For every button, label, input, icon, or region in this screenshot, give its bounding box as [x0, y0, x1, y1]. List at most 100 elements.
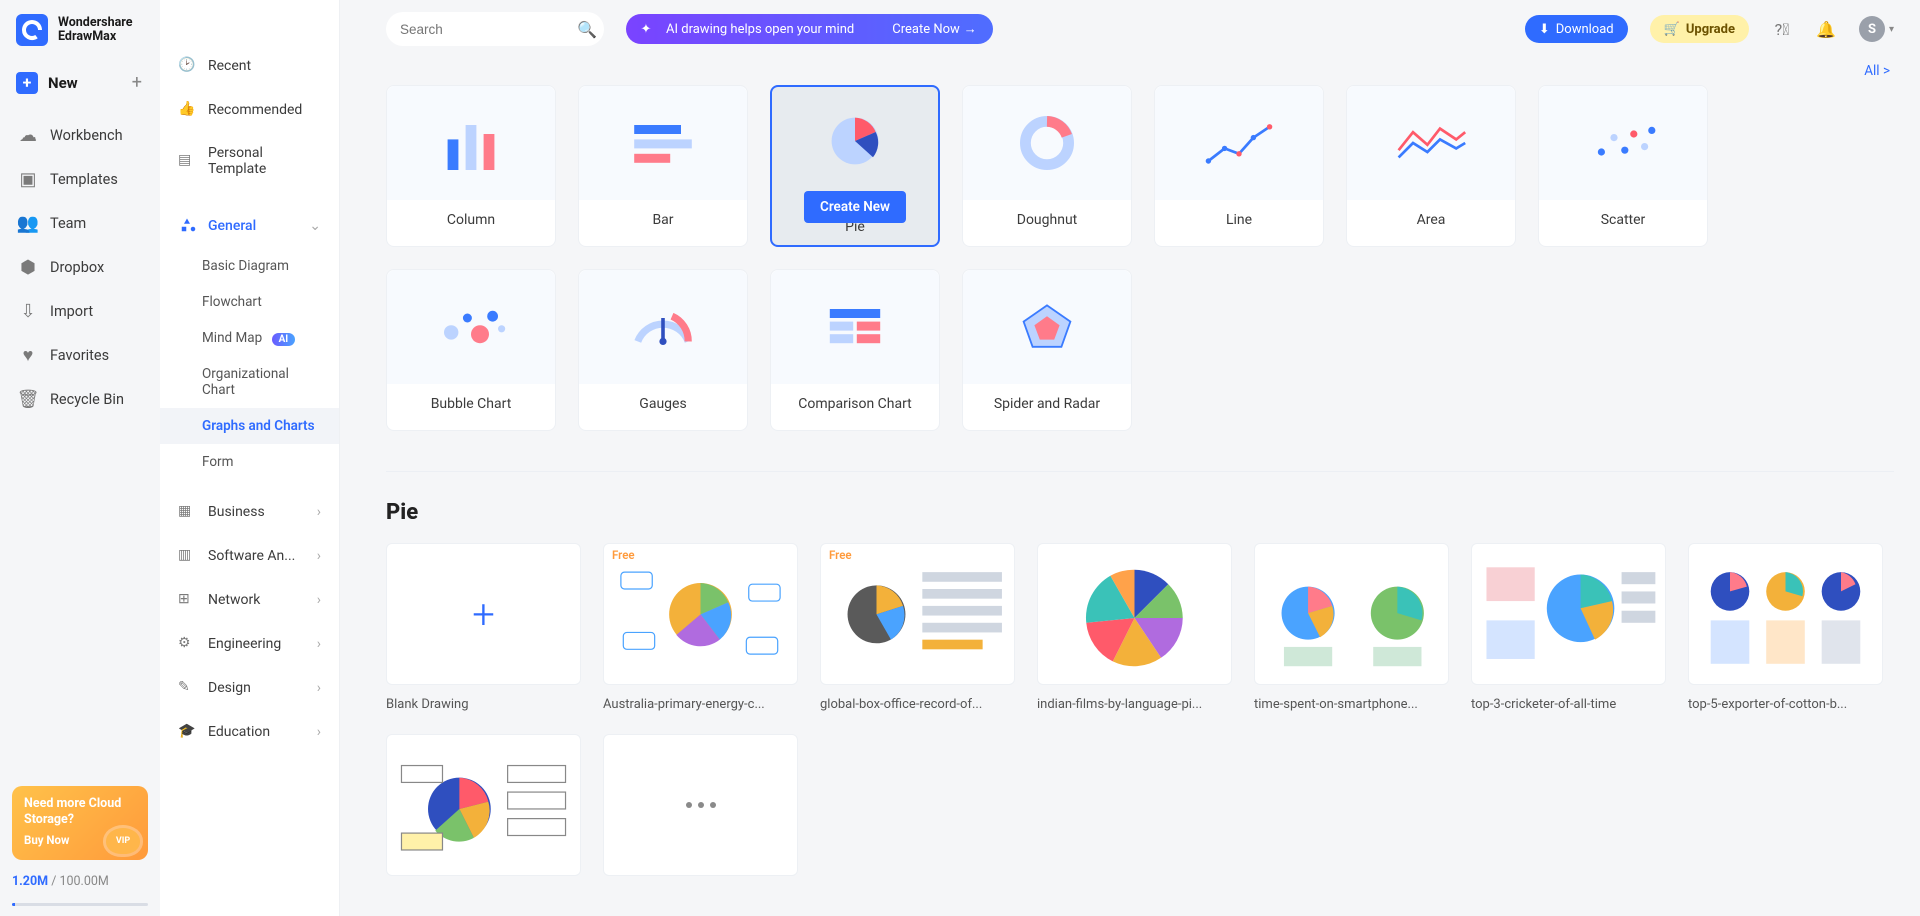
nav-label: Dropbox [50, 259, 104, 276]
window-icon: ▥ [178, 547, 196, 565]
cloud-icon: ☁ [18, 125, 38, 145]
brand-line1: Wondershare [58, 16, 133, 30]
design-icon: ✎ [178, 679, 196, 697]
storage-total: 100.00M [59, 874, 108, 889]
chevron-right-icon: › [317, 592, 321, 608]
type-line[interactable]: Line [1154, 85, 1324, 247]
storage-used: 1.20M [12, 874, 48, 889]
type-gauges[interactable]: Gauges [578, 269, 748, 431]
type-column[interactable]: Column [386, 85, 556, 247]
template-item[interactable]: indian-films-by-language-pi... [1037, 543, 1232, 712]
nav-dropbox[interactable]: ⬢ Dropbox [0, 245, 160, 289]
all-link[interactable]: All > [1864, 63, 1890, 79]
free-tag: Free [829, 548, 852, 562]
search-icon: 🔍 [577, 20, 597, 39]
template-item[interactable]: Free Australia-primary-energy-c... [603, 543, 798, 712]
cat-general[interactable]: General ⌄ [160, 204, 339, 248]
cat-personal-template[interactable]: ▤ Personal Template [160, 132, 339, 190]
briefcase-icon: ▦ [178, 503, 196, 521]
card-label: Comparison Chart [798, 396, 912, 412]
cat-design[interactable]: ✎ Design › [160, 666, 339, 710]
sub-orgchart[interactable]: Organizational Chart [160, 356, 339, 408]
type-area[interactable]: Area [1346, 85, 1516, 247]
template-item[interactable]: time-spent-on-smartphone... [1254, 543, 1449, 712]
cat-education[interactable]: 🎓Education› [160, 710, 339, 754]
free-tag: Free [612, 548, 635, 562]
storage-readout: 1.20M / 100.00M [0, 874, 160, 899]
cat-engineering[interactable]: ⚙Engineering› [160, 622, 339, 666]
storage-promo[interactable]: Need more Cloud Storage? Buy Now VIP [12, 786, 148, 860]
nav-team[interactable]: 👥 Team [0, 201, 160, 245]
new-button[interactable]: + New [16, 72, 78, 94]
download-label: Download [1556, 22, 1614, 37]
cat-recommended[interactable]: 👍 Recommended [160, 88, 339, 132]
template-item[interactable]: Free global-box-office-record-of... [820, 543, 1015, 712]
nav-import[interactable]: ⇩ Import [0, 289, 160, 333]
search-box[interactable]: 🔍 [386, 12, 604, 46]
template-item[interactable]: top-3-cricketer-of-all-time [1471, 543, 1666, 712]
shapes-icon [178, 217, 196, 235]
cat-recent[interactable]: 🕑 Recent [160, 44, 339, 88]
new-button-label: New [48, 74, 78, 92]
type-comparison[interactable]: Comparison Chart [770, 269, 940, 431]
card-label: Gauges [639, 396, 686, 412]
sidebar-categories: 🕑 Recent 👍 Recommended ▤ Personal Templa… [160, 0, 340, 916]
sub-basic-diagram[interactable]: Basic Diagram [160, 248, 339, 284]
download-button[interactable]: ⬇ Download [1525, 15, 1628, 43]
chevron-right-icon: › [317, 504, 321, 520]
topbar: 🔍 ✦ AI drawing helps open your mind Crea… [360, 0, 1920, 58]
nav-workbench[interactable]: ☁ Workbench [0, 113, 160, 157]
sub-form[interactable]: Form [160, 444, 339, 480]
cat-software[interactable]: ▥Software An...› [160, 534, 339, 578]
chevron-right-icon: › [317, 636, 321, 652]
template-more[interactable] [603, 734, 798, 888]
download-icon: ⬇ [1539, 22, 1550, 37]
pie-icon [810, 105, 900, 177]
account-menu[interactable]: S ▾ [1859, 16, 1894, 42]
template-item[interactable]: top-5-exporter-of-cotton-b... [1688, 543, 1883, 712]
type-doughnut[interactable]: Doughnut [962, 85, 1132, 247]
dropbox-icon: ⬢ [18, 257, 38, 277]
upgrade-button[interactable]: 🛒 Upgrade [1650, 15, 1749, 43]
notifications-button[interactable]: 🔔 [1815, 18, 1837, 40]
divider [386, 471, 1894, 472]
nav-favorites[interactable]: ♥ Favorites [0, 333, 160, 377]
cat-label: Engineering [208, 636, 281, 652]
cat-business[interactable]: ▦Business› [160, 490, 339, 534]
sidebar-left: Wondershare EdrawMax + New + ☁ Workbench… [0, 0, 160, 916]
ai-banner[interactable]: ✦ AI drawing helps open your mind Create… [626, 14, 993, 44]
type-bubble[interactable]: Bubble Chart [386, 269, 556, 431]
template-thumb-icon [1689, 548, 1882, 681]
template-blank[interactable]: + Blank Drawing [386, 543, 581, 712]
cat-label: Design [208, 680, 251, 696]
card-label: Column [447, 212, 495, 228]
line-icon [1194, 107, 1284, 179]
template-item[interactable] [386, 734, 581, 888]
nav-label: Favorites [50, 347, 109, 364]
type-pie[interactable]: Create New Pie [770, 85, 940, 247]
type-spider[interactable]: Spider and Radar [962, 269, 1132, 431]
search-input[interactable] [400, 22, 577, 37]
template-label: global-box-office-record-of... [820, 697, 1015, 712]
sub-mindmap[interactable]: Mind Map AI [160, 320, 339, 356]
create-new-button[interactable]: Create New [804, 191, 906, 223]
card-label: Doughnut [1017, 212, 1078, 228]
chart-type-grid: Column Bar Create New Pie Doughnut Line [386, 85, 1894, 431]
template-icon: ▤ [178, 152, 196, 170]
add-more-button[interactable]: + [130, 70, 144, 95]
type-scatter[interactable]: Scatter [1538, 85, 1708, 247]
type-bar[interactable]: Bar [578, 85, 748, 247]
chevron-right-icon: › [317, 680, 321, 696]
sub-flowchart[interactable]: Flowchart [160, 284, 339, 320]
cart-icon: 🛒 [1664, 22, 1680, 37]
nav-label: Import [50, 303, 93, 320]
primary-nav: ☁ Workbench ▣ Templates 👥 Team ⬢ Dropbox… [0, 113, 160, 439]
avatar: S [1859, 16, 1885, 42]
cat-label: General [208, 218, 256, 234]
nav-templates[interactable]: ▣ Templates [0, 157, 160, 201]
nav-recyclebin[interactable]: 🗑 Recycle Bin [0, 377, 160, 421]
help-icon: ?⃝ [1775, 20, 1790, 39]
sub-graphs-charts[interactable]: Graphs and Charts [160, 408, 339, 444]
cat-network[interactable]: ⊞Network› [160, 578, 339, 622]
help-button[interactable]: ?⃝ [1771, 18, 1793, 40]
